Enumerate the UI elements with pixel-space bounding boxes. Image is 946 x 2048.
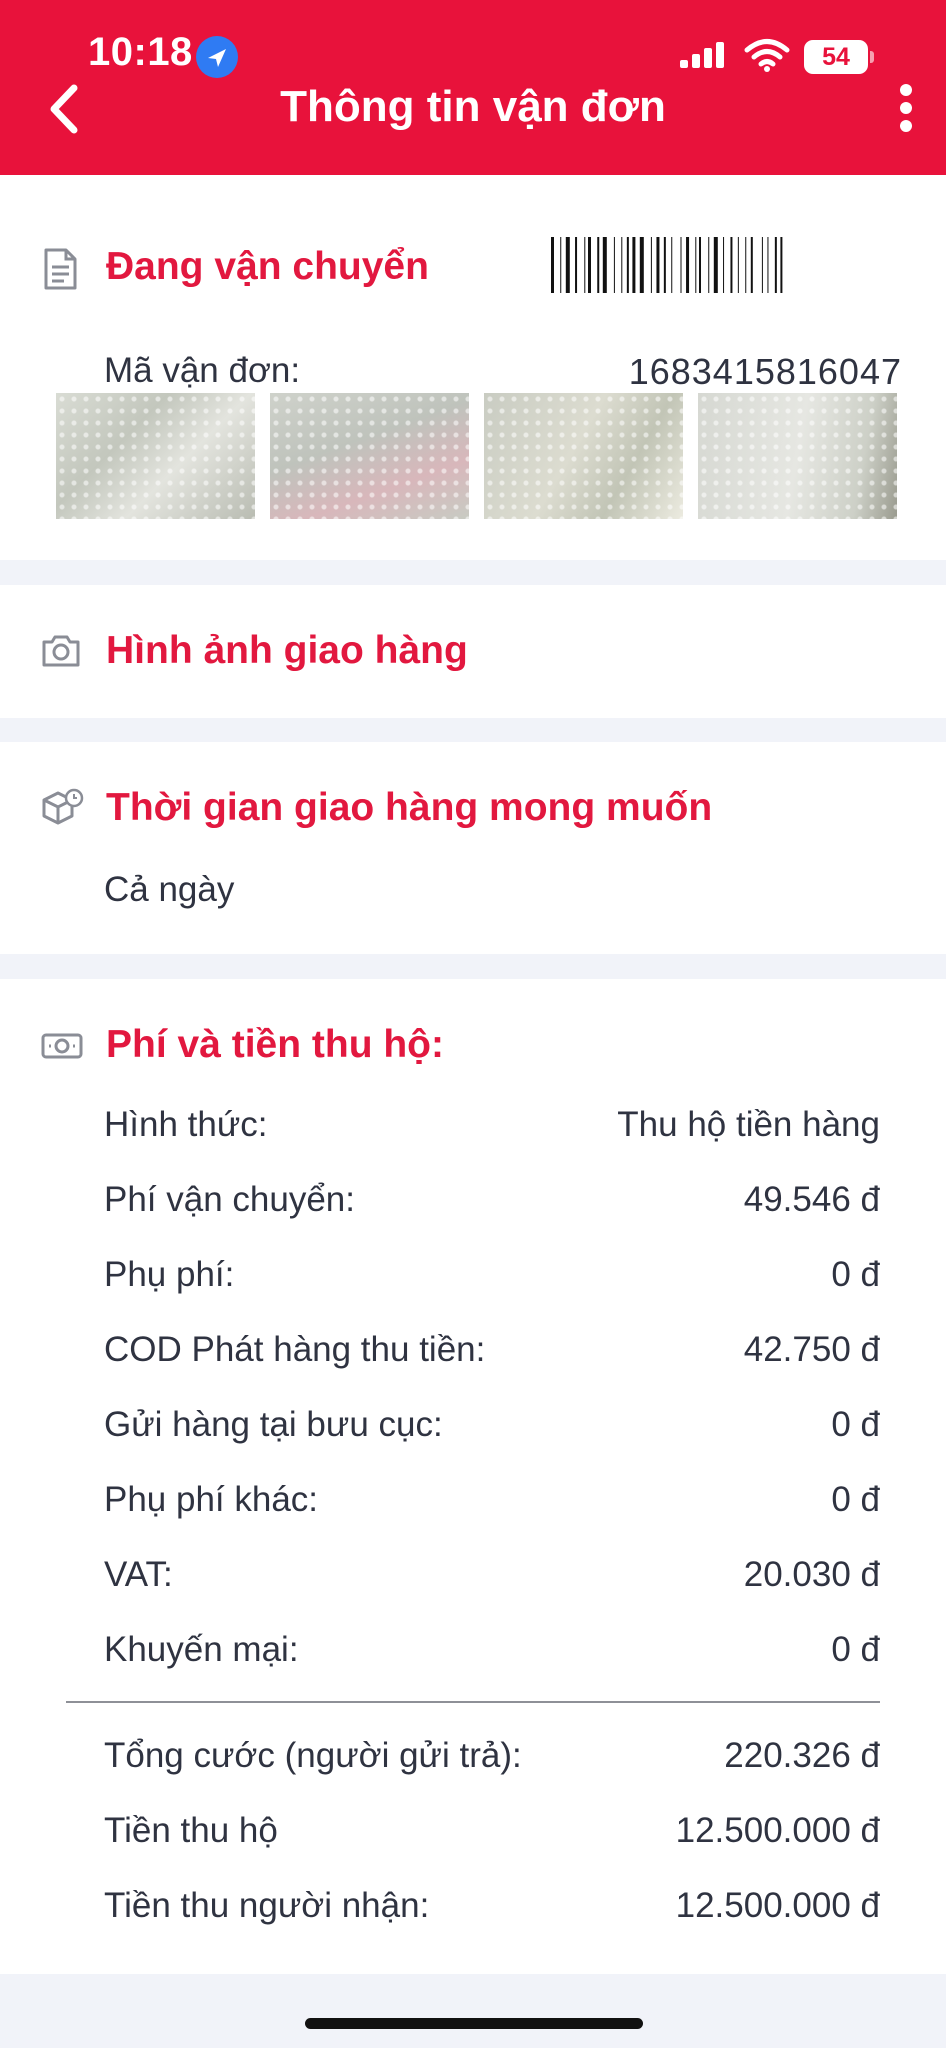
camera-icon xyxy=(40,633,82,674)
package-photo-thumbnail[interactable] xyxy=(56,393,255,519)
waybill-label: Mã vận đơn: xyxy=(104,351,301,390)
shipment-status: Đang vận chuyển xyxy=(106,245,429,288)
fees-title: Phí và tiền thu hộ: xyxy=(106,1023,444,1066)
fee-row-surcharge: Phụ phí: 0 đ xyxy=(104,1255,880,1303)
total-label: Tiền thu người nhận: xyxy=(104,1886,430,1925)
fee-label: Hình thức: xyxy=(104,1105,268,1144)
fee-label: Gửi hàng tại bưu cục: xyxy=(104,1405,443,1444)
fee-value: 0 đ xyxy=(831,1255,880,1294)
delivery-time-card: Thời gian giao hàng mong muốn Cả ngày xyxy=(0,742,946,954)
home-indicator[interactable] xyxy=(305,2018,643,2029)
delivery-images-card[interactable]: Hình ảnh giao hàng xyxy=(0,585,946,718)
fee-label: Phí vận chuyển: xyxy=(104,1180,355,1219)
cellular-signal-icon xyxy=(680,40,730,75)
fee-value: 0 đ xyxy=(831,1405,880,1444)
fee-value: 49.546 đ xyxy=(743,1180,880,1219)
delivery-time-title: Thời gian giao hàng mong muốn xyxy=(106,786,713,829)
package-photo-thumbnail[interactable] xyxy=(270,393,469,519)
fee-value: 0 đ xyxy=(831,1480,880,1519)
money-icon xyxy=(40,1031,84,1066)
location-arrow-icon xyxy=(196,36,238,78)
fee-row-payment-method: Hình thức: Thu hộ tiền hàng xyxy=(104,1105,880,1153)
fee-value: 0 đ xyxy=(831,1630,880,1669)
fee-label: Phụ phí khác: xyxy=(104,1480,319,1519)
total-value: 220.326 đ xyxy=(724,1736,880,1775)
fee-row-cod: COD Phát hàng thu tiền: 42.750 đ xyxy=(104,1330,880,1378)
app-header: 10:18 54 Thông tin vận đơn xyxy=(0,0,946,175)
total-value: 12.500.000 đ xyxy=(675,1811,880,1850)
battery-icon: 54 xyxy=(804,40,874,74)
barcode-image[interactable] xyxy=(551,237,905,293)
fee-row-shipping: Phí vận chuyển: 49.546 đ xyxy=(104,1180,880,1228)
divider xyxy=(66,1701,880,1703)
fee-row-promotion: Khuyến mại: 0 đ xyxy=(104,1630,880,1678)
fee-row-vat: VAT: 20.030 đ xyxy=(104,1555,880,1603)
fee-label: VAT: xyxy=(104,1555,173,1594)
fee-row-post-office: Gửi hàng tại bưu cục: 0 đ xyxy=(104,1405,880,1453)
fee-row-other-surcharge: Phụ phí khác: 0 đ xyxy=(104,1480,880,1528)
delivery-time-value: Cả ngày xyxy=(104,870,235,909)
document-icon xyxy=(40,247,80,296)
fee-value: Thu hộ tiền hàng xyxy=(617,1105,880,1144)
total-row-sender-pays: Tổng cước (người gửi trả): 220.326 đ xyxy=(104,1736,880,1784)
total-row-cod-amount: Tiền thu hộ 12.500.000 đ xyxy=(104,1811,880,1859)
status-time: 10:18 xyxy=(88,30,193,74)
more-options-button[interactable] xyxy=(898,82,914,139)
package-clock-icon xyxy=(40,788,84,833)
fee-label: Phụ phí: xyxy=(104,1255,235,1294)
delivery-images-title: Hình ảnh giao hàng xyxy=(106,629,468,672)
shipment-status-card: Đang vận chuyển Mã vận đơn: 168341581604… xyxy=(0,175,946,560)
fees-card: Phí và tiền thu hộ: Hình thức: Thu hộ ti… xyxy=(0,979,946,1974)
fee-value: 20.030 đ xyxy=(743,1555,880,1594)
fee-label: COD Phát hàng thu tiền: xyxy=(104,1330,486,1369)
total-label: Tổng cước (người gửi trả): xyxy=(104,1736,522,1775)
fee-value: 42.750 đ xyxy=(743,1330,880,1369)
waybill-number: 1683415816047 xyxy=(628,351,902,392)
total-label: Tiền thu hộ xyxy=(104,1811,278,1850)
wifi-icon xyxy=(744,38,790,77)
package-photo-thumbnail[interactable] xyxy=(698,393,897,519)
package-photo-thumbnail[interactable] xyxy=(484,393,683,519)
total-row-recipient-pays: Tiền thu người nhận: 12.500.000 đ xyxy=(104,1886,880,1934)
page-title: Thông tin vận đơn xyxy=(280,82,666,131)
total-value: 12.500.000 đ xyxy=(675,1886,880,1925)
fee-label: Khuyến mại: xyxy=(104,1630,299,1669)
